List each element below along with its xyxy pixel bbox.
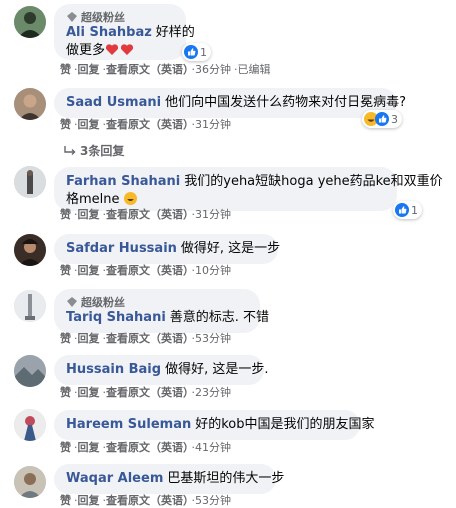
reaction-count[interactable]: 3 (362, 110, 402, 128)
like-button[interactable]: 赞 (60, 441, 71, 454)
comment-bubble: Waqar Aleem 巴基斯坦的伟大一步 (54, 464, 284, 494)
comment-text: 做得好, 这是一步 (180, 241, 281, 256)
reply-button[interactable]: 回复 (78, 332, 100, 345)
comment-actions: 赞 ·回复 ·查看原文（英语） ·23分钟 (60, 386, 231, 399)
badge-label: 超级粉丝 (81, 296, 125, 309)
comment-bubble: Hussain Baig 做得好, 这是一步. (54, 355, 268, 385)
replies-label: 3条回复 (80, 144, 125, 158)
reaction-count[interactable]: 1 (182, 43, 211, 61)
like-button[interactable]: 赞 (60, 264, 71, 277)
comment-text: 他们向中国发送什么药物来对付日冕病毒? (165, 95, 406, 110)
view-replies-link[interactable]: 3条回复 (64, 142, 124, 159)
diamond-icon (67, 297, 77, 307)
commenter-name[interactable]: Hareem Suleman (66, 417, 191, 432)
timestamp[interactable]: 36分钟 (195, 63, 231, 76)
timestamp[interactable]: 31分钟 (195, 118, 231, 131)
reply-button[interactable]: 回复 (78, 63, 100, 76)
commenter-name[interactable]: Tariq Shahani (66, 310, 166, 325)
comment-actions: 赞 ·回复 ·查看原文（英语） ·36分钟 ·已编辑 (60, 63, 271, 76)
see-original-button[interactable]: 查看原文（英语） (106, 63, 189, 76)
comment-bubble: Hareem Suleman 好的kob中国是我们的朋友国家 (54, 410, 375, 440)
reaction-number: 1 (200, 45, 207, 59)
comment-actions: 赞 ·回复 ·查看原文（英语） ·10分钟 (60, 264, 231, 277)
like-button[interactable]: 赞 (60, 208, 71, 221)
diamond-icon (67, 12, 77, 22)
like-button[interactable]: 赞 (60, 332, 71, 345)
see-original-button[interactable]: 查看原文（英语） (106, 441, 189, 454)
reaction-number: 1 (411, 203, 418, 217)
timestamp[interactable]: 31分钟 (195, 208, 231, 221)
commenter-name[interactable]: Ali Shahbaz (66, 25, 152, 40)
reply-button[interactable]: 回复 (78, 494, 100, 507)
see-original-button[interactable]: 查看原文（英语） (106, 494, 189, 507)
avatar[interactable] (14, 6, 46, 38)
avatar[interactable] (14, 409, 46, 441)
comment-text: 好的kob中国是我们的朋友国家 (195, 417, 375, 432)
commenter-name[interactable]: Saad Usmani (66, 95, 161, 110)
comment-bubble: Safdar Hussain 做得好, 这是一步 (54, 234, 281, 264)
timestamp[interactable]: 23分钟 (195, 386, 231, 399)
like-icon (375, 112, 389, 126)
comment-actions: 赞 ·回复 ·查看原文（英语） ·53分钟 (60, 494, 231, 507)
top-fan-badge: 超级粉丝 (66, 10, 174, 24)
reply-button[interactable]: 回复 (78, 118, 100, 131)
heart-icon (105, 44, 134, 55)
commenter-name[interactable]: Hussain Baig (66, 362, 161, 377)
commenter-name[interactable]: Farhan Shahani (66, 174, 180, 189)
reply-button[interactable]: 回复 (78, 386, 100, 399)
comment-text: 善意的标志. 不错 (169, 310, 270, 325)
badge-label: 超级粉丝 (81, 11, 125, 24)
timestamp[interactable]: 10分钟 (195, 264, 231, 277)
top-fan-badge: 超级粉丝 (66, 295, 248, 309)
comment-bubble: Saad Usmani 他们向中国发送什么药物来对付日冕病毒? (54, 88, 406, 118)
like-button[interactable]: 赞 (60, 386, 71, 399)
reply-button[interactable]: 回复 (78, 208, 100, 221)
comment-text: 巴基斯坦的伟大一步 (167, 471, 285, 486)
commenter-name[interactable]: Waqar Aleem (66, 471, 163, 486)
reaction-number: 3 (391, 112, 398, 126)
comment-actions: 赞 ·回复 ·查看原文（英语） ·31分钟 (60, 118, 231, 131)
avatar[interactable] (14, 466, 46, 498)
avatar[interactable] (14, 234, 46, 266)
reaction-count[interactable]: 1 (393, 201, 422, 219)
like-button[interactable]: 赞 (60, 494, 71, 507)
avatar[interactable] (14, 290, 46, 322)
timestamp[interactable]: 53分钟 (195, 332, 231, 345)
reply-button[interactable]: 回复 (78, 441, 100, 454)
comment-actions: 赞 ·回复 ·查看原文（英语） ·41分钟 (60, 441, 231, 454)
like-icon (395, 203, 409, 217)
comment-bubble: 超级粉丝 Tariq Shahani 善意的标志. 不错 (54, 289, 269, 333)
comment-text: 做得好, 这是一步. (165, 362, 269, 377)
comment-actions: 赞 ·回复 ·查看原文（英语） ·53分钟 (60, 332, 231, 345)
see-original-button[interactable]: 查看原文（英语） (106, 118, 189, 131)
comment-text: 我们的yeha短缺hoga yehe药品ke和双重价 (184, 174, 443, 189)
avatar[interactable] (14, 355, 46, 387)
timestamp[interactable]: 41分钟 (195, 441, 231, 454)
reply-button[interactable]: 回复 (78, 264, 100, 277)
see-original-button[interactable]: 查看原文（英语） (106, 208, 189, 221)
like-icon (184, 45, 198, 59)
comment-text: 做更多 (66, 43, 106, 58)
commenter-name[interactable]: Safdar Hussain (66, 241, 177, 256)
see-original-button[interactable]: 查看原文（英语） (106, 386, 189, 399)
edited-label: 已编辑 (237, 63, 271, 76)
timestamp[interactable]: 53分钟 (195, 494, 231, 507)
avatar[interactable] (14, 88, 46, 120)
comment-bubble: Farhan Shahani 我们的yeha短缺hoga yehe药品ke和双重价… (54, 167, 443, 211)
like-button[interactable]: 赞 (60, 118, 71, 131)
see-original-button[interactable]: 查看原文（英语） (106, 264, 189, 277)
comment-bubble: 超级粉丝 Ali Shahbaz 好样的 做更多 (54, 4, 195, 60)
see-original-button[interactable]: 查看原文（英语） (106, 332, 189, 345)
avatar[interactable] (14, 166, 46, 198)
reply-arrow-icon (64, 145, 76, 155)
comment-actions: 赞 ·回复 ·查看原文（英语） ·31分钟 (60, 208, 231, 221)
like-button[interactable]: 赞 (60, 63, 71, 76)
laughing-emoji-icon (123, 192, 137, 205)
comment-text: 格melne (66, 192, 120, 207)
comment-text: 好样的 (155, 25, 195, 40)
